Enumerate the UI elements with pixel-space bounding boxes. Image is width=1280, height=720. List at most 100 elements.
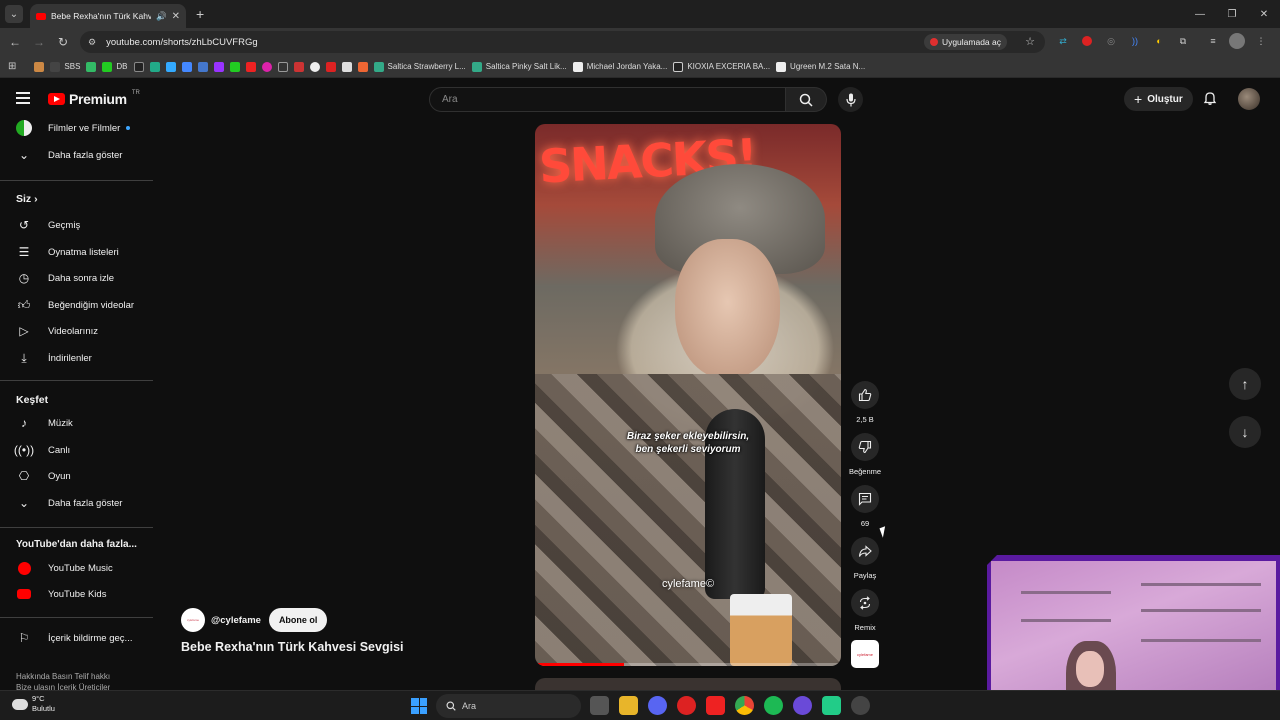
twitch-icon[interactable]: [213, 61, 224, 72]
sidebar-item-history[interactable]: ↺ Geçmiş: [0, 212, 153, 238]
weather-widget[interactable]: 9°C Bulutlu: [12, 694, 55, 714]
bookmark-icon[interactable]: [181, 61, 192, 72]
sidebar-item-report[interactable]: ⚐ İçerik bildirme geç...: [0, 625, 153, 651]
tab-close-icon[interactable]: ✕: [172, 11, 180, 22]
voice-search-button[interactable]: [838, 87, 863, 112]
bookmark-star-icon[interactable]: ☆: [1025, 35, 1035, 48]
sidebar-item-films[interactable]: Filmler ve Filmler: [0, 115, 153, 141]
channel-avatar[interactable]: cylefame: [181, 608, 205, 632]
bookmark-icon[interactable]: [357, 61, 368, 72]
search-input[interactable]: Ara: [429, 87, 786, 112]
sidebar-item-playlists[interactable]: ☰ Oynatma listeleri: [0, 239, 153, 265]
back-icon[interactable]: ←: [3, 35, 27, 49]
sidebar-item-downloads[interactable]: ⤓ İndirilenler: [0, 345, 153, 371]
create-button[interactable]: + Oluştur: [1124, 87, 1193, 111]
profile-avatar-icon[interactable]: [1229, 33, 1245, 49]
tab-search-dropdown[interactable]: ⌄: [5, 5, 23, 23]
taskbar-search[interactable]: Ara: [436, 694, 581, 718]
sidebar-item-your-videos[interactable]: ▷ Videolarınız: [0, 318, 153, 344]
search-button[interactable]: [786, 87, 827, 112]
open-in-app-button[interactable]: Uygulamada aç: [923, 34, 1007, 50]
github-icon[interactable]: [133, 61, 144, 72]
youtube-bookmark-icon[interactable]: [245, 61, 256, 72]
extension-sound-icon[interactable]: )): [1127, 33, 1143, 49]
sidebar-you-header[interactable]: Siz ›: [16, 193, 38, 205]
bookmark-icon[interactable]: [261, 61, 272, 72]
sidebar-item-youtube-music[interactable]: YouTube Music: [0, 555, 153, 581]
bookmark-icon[interactable]: [149, 61, 160, 72]
app-icon[interactable]: [851, 696, 870, 715]
extension-red-icon[interactable]: [1082, 36, 1092, 46]
footer-links[interactable]: Hakkında Basın Telif hakkı: [16, 672, 110, 681]
account-avatar[interactable]: [1238, 88, 1260, 110]
sidebar-item-gaming[interactable]: ⎔ Oyun: [0, 463, 153, 489]
bookmark-saltica-strawberry[interactable]: Saltica Strawberry L...: [373, 61, 466, 72]
bookmark-icon[interactable]: [197, 61, 208, 72]
bookmark-icon[interactable]: [309, 61, 320, 72]
tab-audio-icon[interactable]: 🔊: [156, 11, 167, 22]
like-button[interactable]: 2,5 B: [847, 381, 883, 424]
previous-short-button[interactable]: ↑: [1229, 368, 1261, 400]
kick-icon[interactable]: [229, 61, 240, 72]
sidebar-show-more-explore[interactable]: ⌄ Daha fazla göster: [0, 490, 153, 516]
browser-tab-active[interactable]: Bebe Rexha'nın Türk Kahve 🔊 ✕: [30, 4, 186, 28]
youtube-taskbar-icon[interactable]: [706, 696, 725, 715]
sound-thumbnail[interactable]: cylefame: [851, 640, 879, 668]
media-control-icon[interactable]: ≡: [1205, 33, 1221, 49]
video-progress-bar[interactable]: [535, 663, 841, 666]
bookmark-icon[interactable]: [325, 61, 336, 72]
bookmark-db[interactable]: DB: [102, 61, 128, 72]
channel-handle[interactable]: @cylefame: [211, 615, 261, 626]
comments-button[interactable]: 69: [847, 485, 883, 528]
site-info-icon[interactable]: ⚙: [88, 37, 96, 48]
spotify-icon[interactable]: [764, 696, 783, 715]
bookmark-icon[interactable]: [277, 61, 288, 72]
youtube-premium-logo[interactable]: Premium TR: [48, 90, 140, 107]
footer-links-2[interactable]: Bize ulaşın İçerik Üreticiler: [16, 683, 110, 690]
extension-gray-icon[interactable]: ◎: [1103, 33, 1119, 49]
x-twitter-icon[interactable]: [341, 61, 352, 72]
next-short-button[interactable]: ↓: [1229, 416, 1261, 448]
browser-menu-icon[interactable]: ⋮: [1253, 33, 1269, 49]
bookmark-kioxia[interactable]: KIOXIA EXCERIA BA...: [673, 61, 770, 72]
sidebar-item-live[interactable]: ((•)) Canlı: [0, 437, 153, 463]
sidebar-item-youtube-kids[interactable]: YouTube Kids: [0, 581, 153, 607]
sidebar-show-more-top[interactable]: ⌄ Daha fazla göster: [0, 142, 153, 168]
minimize-button[interactable]: —: [1184, 0, 1216, 28]
remix-button[interactable]: Remix: [847, 589, 883, 632]
extensions-puzzle-icon[interactable]: ⧉: [1175, 33, 1191, 49]
extension-translate-icon[interactable]: ⇄: [1055, 33, 1071, 49]
bookmark-saltica-pinky[interactable]: Saltica Pinky Salt Lik...: [471, 61, 567, 72]
windows-start-icon[interactable]: [411, 698, 427, 714]
address-bar[interactable]: ⚙ youtube.com/shorts/zhLbCUVFRGg Uygulam…: [80, 31, 1045, 53]
close-window-button[interactable]: ✕: [1248, 0, 1280, 28]
video-title[interactable]: Bebe Rexha'nın Türk Kahvesi Sevgisi: [181, 640, 404, 654]
bookmark-ugreen[interactable]: Ugreen M.2 Sata N...: [776, 61, 865, 72]
bookmark-sbs[interactable]: SBS: [50, 61, 80, 72]
reload-icon[interactable]: ↻: [51, 35, 75, 49]
file-explorer-icon[interactable]: [619, 696, 638, 715]
task-view-icon[interactable]: [590, 696, 609, 715]
notifications-bell-icon[interactable]: [1202, 90, 1218, 106]
shorts-video-player[interactable]: SNACKS! Biraz şeker ekleyebilirsin, ben …: [535, 124, 841, 666]
new-tab-button[interactable]: +: [196, 6, 204, 22]
sidebar-item-music[interactable]: ♪ Müzik: [0, 410, 153, 436]
bookmark-icon[interactable]: [86, 61, 97, 72]
chrome-icon[interactable]: [735, 696, 754, 715]
opera-icon[interactable]: [677, 696, 696, 715]
extension-moon-icon[interactable]: ◐: [1151, 33, 1167, 49]
bookmark-icon[interactable]: [34, 61, 45, 72]
discord-icon[interactable]: [648, 696, 667, 715]
app-icon[interactable]: [793, 696, 812, 715]
bookmark-michael-jordan[interactable]: Michael Jordan Yaka...: [572, 61, 667, 72]
sidebar-item-liked-videos[interactable]: 👍︎ Beğendiğim videolar: [0, 292, 153, 318]
share-button[interactable]: Paylaş: [847, 537, 883, 580]
bookmark-icon[interactable]: [293, 61, 304, 72]
restore-button[interactable]: ❐: [1216, 0, 1248, 28]
dislike-button[interactable]: Beğenme: [847, 433, 883, 476]
bookmark-icon[interactable]: [165, 61, 176, 72]
forward-icon[interactable]: →: [27, 35, 51, 49]
subscribe-button[interactable]: Abone ol: [268, 608, 328, 632]
sidebar-item-watch-later[interactable]: ◷ Daha sonra izle: [0, 265, 153, 291]
app-icon[interactable]: [822, 696, 841, 715]
